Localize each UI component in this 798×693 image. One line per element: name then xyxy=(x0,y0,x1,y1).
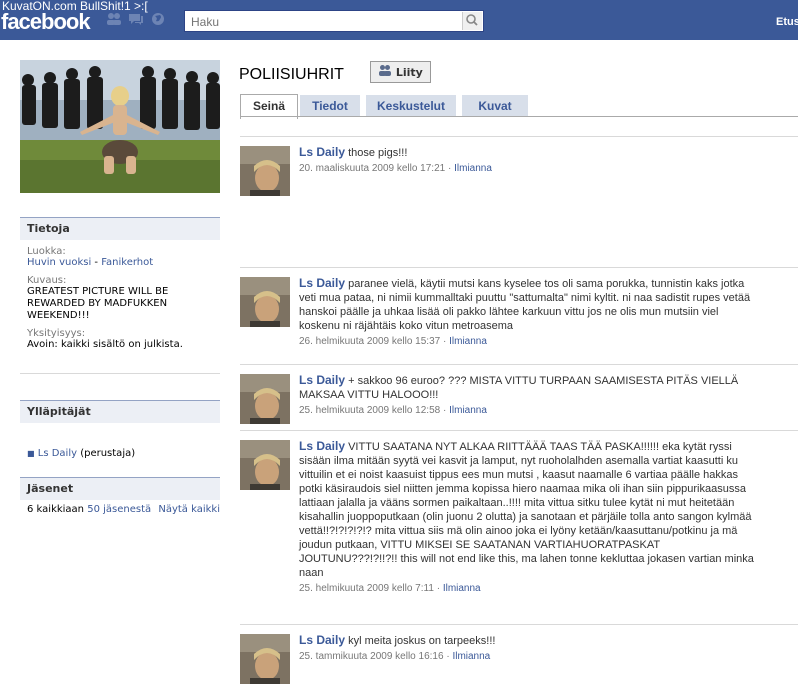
post-body: Ls Daily paranee vielä, käytii mutsi kan… xyxy=(299,276,759,349)
admin-entry: ■ Ls Daily (perustaja) xyxy=(20,448,220,460)
messages-icon[interactable] xyxy=(128,12,144,26)
report-link[interactable]: Ilmianna xyxy=(449,405,487,416)
post-text: kyl meita joskus on tarpeeks!!! xyxy=(348,635,496,647)
category-link-1[interactable]: Huvin vuoksi xyxy=(27,257,91,268)
post-text: VITTU SAATANA NYT ALKAA RIITTÄÄÄ TAAS TÄ… xyxy=(299,441,754,579)
post-author-link[interactable]: Ls Daily xyxy=(299,276,345,290)
top-bar: KuvatON.com BullShit!1 >:[ facebook Etus xyxy=(0,0,798,40)
author-avatar[interactable] xyxy=(240,146,290,196)
post-author-link[interactable]: Ls Daily xyxy=(299,145,345,159)
category-label: Luokka: xyxy=(27,246,66,257)
description-value: GREATEST PICTURE WILL BE REWARDED BY MAD… xyxy=(27,286,169,321)
post-author-link[interactable]: Ls Daily xyxy=(299,373,345,387)
wall-post: Ls Daily VITTU SAATANA NYT ALKAA RIITTÄÄ… xyxy=(240,430,798,625)
post-meta: 25. helmikuuta 2009 kello 12:58 · Ilmian… xyxy=(299,404,759,418)
post-date: 25. helmikuuta 2009 kello 7:11 xyxy=(299,583,434,594)
privacy-label: Yksityisyys: xyxy=(27,328,86,339)
post-body: Ls Daily VITTU SAATANA NYT ALKAA RIITTÄÄ… xyxy=(299,439,759,596)
facebook-logo[interactable]: facebook xyxy=(1,9,91,35)
search-input[interactable] xyxy=(189,13,463,31)
notifications-globe-icon[interactable] xyxy=(150,12,166,26)
tab-info[interactable]: Tiedot xyxy=(300,95,360,117)
admin-name-link[interactable]: Ls Daily xyxy=(38,448,77,459)
author-avatar[interactable] xyxy=(240,440,290,490)
category-separator: - xyxy=(91,257,102,268)
post-text: + sakkoo 96 euroo? ??? MISTA VITTU TURPA… xyxy=(299,375,739,401)
members-count-link[interactable]: 50 jäsenestä xyxy=(87,504,151,515)
report-link[interactable]: Ilmianna xyxy=(452,651,490,662)
bullet-icon: ■ xyxy=(27,449,35,458)
nav-icons xyxy=(106,12,166,26)
info-header: Tietoja xyxy=(20,217,220,240)
meta-separator: · xyxy=(440,336,450,347)
post-body: Ls Daily + sakkoo 96 euroo? ??? MISTA VI… xyxy=(299,373,759,418)
tab-discussions[interactable]: Keskustelut xyxy=(366,95,456,117)
post-date: 25. tammikuuta 2009 kello 16:16 xyxy=(299,651,444,662)
meta-separator: · xyxy=(445,163,455,174)
wall-post: Ls Daily those pigs!!! 20. maaliskuuta 2… xyxy=(240,136,798,271)
search-icon xyxy=(466,14,478,26)
members-count: 6 kaikkiaan xyxy=(27,504,85,515)
post-date: 20. maaliskuuta 2009 kello 17:21 xyxy=(299,163,446,174)
post-body: Ls Daily kyl meita joskus on tarpeeks!!!… xyxy=(299,633,759,664)
tab-photos[interactable]: Kuvat xyxy=(462,95,528,117)
members-box: Jäsenet 6 kaikkiaan 50 jäsenestä Näytä k… xyxy=(20,477,220,516)
tab-divider xyxy=(240,116,798,117)
group-title: POLIISIUHRIT xyxy=(239,66,344,83)
home-link[interactable]: Etus xyxy=(776,16,798,28)
post-meta: 20. maaliskuuta 2009 kello 17:21 · Ilmia… xyxy=(299,162,759,176)
post-text: those pigs!!! xyxy=(348,147,408,159)
show-all-members-link[interactable]: Näytä kaikki xyxy=(158,504,220,516)
author-avatar[interactable] xyxy=(240,277,290,327)
meta-separator: · xyxy=(440,405,450,416)
author-avatar[interactable] xyxy=(240,374,290,424)
wall-post: Ls Daily paranee vielä, käytii mutsi kan… xyxy=(240,267,798,366)
report-link[interactable]: Ilmianna xyxy=(454,163,492,174)
admin-role: (perustaja) xyxy=(80,448,136,459)
info-box: Tietoja Luokka: Huvin vuoksi - Fanikerho… xyxy=(20,217,220,374)
category-link-2[interactable]: Fanikerhot xyxy=(101,257,153,268)
category-value: Huvin vuoksi - Fanikerhot xyxy=(20,257,220,269)
friend-requests-icon[interactable] xyxy=(106,12,122,26)
search-button[interactable] xyxy=(462,12,482,30)
report-link[interactable]: Ilmianna xyxy=(449,336,487,347)
post-date: 25. helmikuuta 2009 kello 12:58 xyxy=(299,405,441,416)
post-body: Ls Daily those pigs!!! 20. maaliskuuta 2… xyxy=(299,145,759,176)
group-profile-picture[interactable] xyxy=(20,60,220,193)
post-meta: 25. helmikuuta 2009 kello 7:11 · Ilmiann… xyxy=(299,582,759,596)
members-row: 6 kaikkiaan 50 jäsenestä Näytä kaikki xyxy=(20,504,220,516)
join-users-icon xyxy=(378,62,392,84)
author-avatar[interactable] xyxy=(240,634,290,684)
members-header: Jäsenet xyxy=(20,477,220,500)
join-group-button[interactable]: Liity xyxy=(370,61,431,83)
post-meta: 25. tammikuuta 2009 kello 16:16 · Ilmian… xyxy=(299,650,759,664)
wall-post: Ls Daily + sakkoo 96 euroo? ??? MISTA VI… xyxy=(240,364,798,431)
post-meta: 26. helmikuuta 2009 kello 15:37 · Ilmian… xyxy=(299,335,759,349)
post-date: 26. helmikuuta 2009 kello 15:37 xyxy=(299,336,441,347)
post-author-link[interactable]: Ls Daily xyxy=(299,633,345,647)
description-label: Kuvaus: xyxy=(27,275,67,286)
wall-post: Ls Daily kyl meita joskus on tarpeeks!!!… xyxy=(240,624,798,693)
report-link[interactable]: Ilmianna xyxy=(443,583,481,594)
join-label: Liity xyxy=(395,66,423,79)
search-box[interactable] xyxy=(184,10,484,32)
privacy-value: Avoin: kaikki sisältö on julkista. xyxy=(27,339,183,350)
post-author-link[interactable]: Ls Daily xyxy=(299,439,345,453)
post-text: paranee vielä, käytii mutsi kans kyselee… xyxy=(299,278,751,332)
admins-header: Ylläpitäjät xyxy=(20,400,220,423)
meta-separator: · xyxy=(433,583,443,594)
admins-box: Ylläpitäjät ■ Ls Daily (perustaja) xyxy=(20,400,220,460)
